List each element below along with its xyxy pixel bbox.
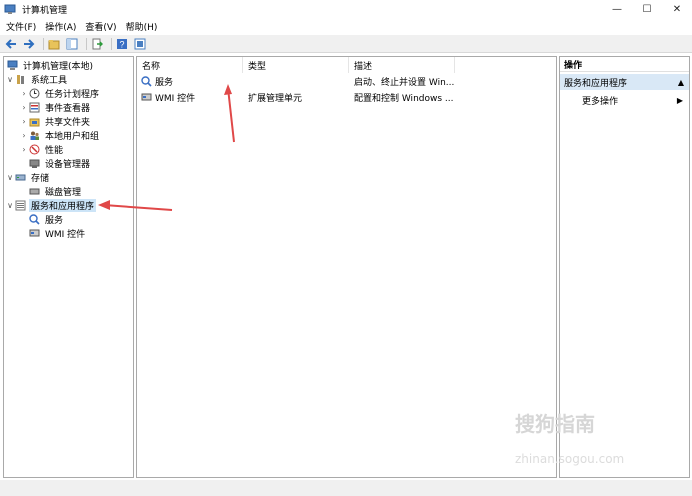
window-title: 计算机管理 (22, 5, 68, 16)
tree-item-local-users[interactable]: › 本地用户和组 (19, 129, 101, 142)
clock-icon (29, 88, 40, 99)
content-list[interactable]: 名称 类型 描述 服务 启动、终止并设置 Win... WMI 控件 扩展管理单… (136, 56, 557, 478)
tree-item-label: 设备管理器 (45, 160, 91, 170)
list-item-wmi-control[interactable]: WMI 控件 扩展管理单元 配置和控制 Windows ... (137, 90, 557, 104)
disk-icon (29, 186, 40, 197)
wmi-icon (29, 228, 40, 239)
more-actions-label: 更多操作 (582, 96, 619, 107)
performance-icon (29, 144, 40, 155)
menu-bar: 文件(F) 操作(A) 查看(V) 帮助(H) (0, 18, 692, 35)
menu-help[interactable]: 帮助(H) (126, 20, 158, 33)
tree-item-label: 共享文件夹 (45, 118, 91, 128)
tree-item-label: 本地用户和组 (45, 132, 100, 142)
list-item-services[interactable]: 服务 启动、终止并设置 Win... (137, 74, 557, 88)
actions-header: 操作 (560, 57, 689, 72)
navigation-tree[interactable]: 计算机管理(本地) ∨ 系统工具 › 任务计划程序 › 事件查看器 › 共享文件… (3, 56, 134, 478)
list-cell-name: WMI 控件 (155, 93, 196, 104)
menu-view[interactable]: 查看(V) (85, 20, 116, 33)
tree-item-label: 计算机管理(本地) (23, 62, 94, 72)
device-manager-icon (29, 158, 40, 169)
toolbar: ? (0, 35, 692, 53)
list-cell-type: 扩展管理单元 (248, 93, 303, 104)
svg-text:?: ? (119, 39, 124, 49)
tree-item-storage[interactable]: ∨ 存储 (5, 171, 51, 184)
collapse-up-icon[interactable]: ▲ (678, 78, 684, 87)
toolbar-separator (111, 37, 112, 50)
list-cell-description: 启动、终止并设置 Win... (354, 77, 455, 88)
watermark-logo: 搜狗指南 (515, 412, 595, 436)
column-header-type[interactable]: 类型 (243, 57, 349, 73)
tree-item-label: 磁盘管理 (45, 188, 82, 198)
actions-section-label: 服务和应用程序 (564, 78, 628, 89)
tree-item-label: 系统工具 (31, 76, 68, 86)
services-icon (141, 75, 152, 87)
computer-management-icon (4, 3, 16, 15)
menu-action[interactable]: 操作(A) (45, 20, 76, 33)
services-icon (29, 214, 40, 225)
tree-item-system-tools[interactable]: ∨ 系统工具 (5, 73, 69, 86)
more-actions-item[interactable]: 更多操作 ▶ (560, 93, 689, 107)
minimize-button[interactable]: — (602, 0, 632, 18)
tree-item-device-manager[interactable]: 设备管理器 (19, 157, 92, 170)
list-cell-name: 服务 (155, 77, 174, 88)
tools-icon (15, 74, 26, 85)
help-icon[interactable]: ? (115, 37, 129, 51)
tree-item-label: 服务 (45, 216, 64, 226)
expand-chevron-icon[interactable]: › (19, 103, 29, 112)
tree-item-event-viewer[interactable]: › 事件查看器 (19, 101, 92, 114)
tree-item-label: 性能 (45, 146, 64, 156)
expand-chevron-icon[interactable]: › (19, 89, 29, 98)
tree-item-label: 服务和应用程序 (29, 199, 97, 212)
tree-item-label: 存储 (31, 174, 50, 184)
tree-item-label: 事件查看器 (45, 104, 91, 114)
collapse-chevron-icon[interactable]: ∨ (5, 201, 15, 210)
services-apps-icon (15, 200, 26, 211)
menu-file[interactable]: 文件(F) (6, 20, 36, 33)
status-bar (0, 480, 692, 496)
title-bar: 计算机管理 — ☐ ✕ (0, 0, 692, 18)
back-icon[interactable] (4, 37, 18, 51)
toolbar-separator (86, 37, 87, 50)
submenu-arrow-icon: ▶ (676, 95, 683, 105)
tree-item-wmi-control[interactable]: WMI 控件 (19, 227, 87, 240)
tree-item-label: 任务计划程序 (45, 90, 100, 100)
forward-icon[interactable] (22, 37, 36, 51)
column-header-name[interactable]: 名称 (137, 57, 243, 73)
show-hide-tree-icon[interactable] (65, 37, 79, 51)
event-viewer-icon (29, 102, 40, 113)
close-button[interactable]: ✕ (662, 0, 692, 18)
actions-section-services-and-applications[interactable]: 服务和应用程序 ▲ (560, 74, 689, 90)
watermark-url: zhinan.sogou.com (515, 452, 625, 466)
maximize-button[interactable]: ☐ (632, 0, 662, 18)
tree-item-root[interactable]: 计算机管理(本地) (5, 59, 95, 72)
shared-folder-icon (29, 116, 40, 127)
column-header-description[interactable]: 描述 (349, 57, 455, 73)
tree-item-performance[interactable]: › 性能 (19, 143, 65, 156)
up-folder-icon[interactable] (47, 37, 61, 51)
list-cell-description: 配置和控制 Windows ... (354, 93, 454, 104)
expand-chevron-icon[interactable]: › (19, 145, 29, 154)
wmi-icon (141, 92, 152, 103)
tree-item-task-scheduler[interactable]: › 任务计划程序 (19, 87, 101, 100)
tree-item-services-and-applications[interactable]: ∨ 服务和应用程序 (5, 199, 97, 212)
properties-icon[interactable] (133, 37, 147, 51)
expand-chevron-icon[interactable]: › (19, 131, 29, 140)
tree-item-shared-folders[interactable]: › 共享文件夹 (19, 115, 92, 128)
users-icon (29, 130, 40, 141)
collapse-chevron-icon[interactable]: ∨ (5, 173, 15, 182)
toolbar-separator (43, 37, 44, 50)
storage-icon (15, 172, 26, 183)
tree-item-disk-management[interactable]: 磁盘管理 (19, 185, 83, 198)
expand-chevron-icon[interactable]: › (19, 117, 29, 126)
tree-item-services[interactable]: 服务 (19, 213, 65, 226)
computer-management-icon (7, 60, 18, 71)
export-list-icon[interactable] (90, 37, 104, 51)
tree-item-label: WMI 控件 (45, 230, 86, 240)
collapse-chevron-icon[interactable]: ∨ (5, 75, 15, 84)
